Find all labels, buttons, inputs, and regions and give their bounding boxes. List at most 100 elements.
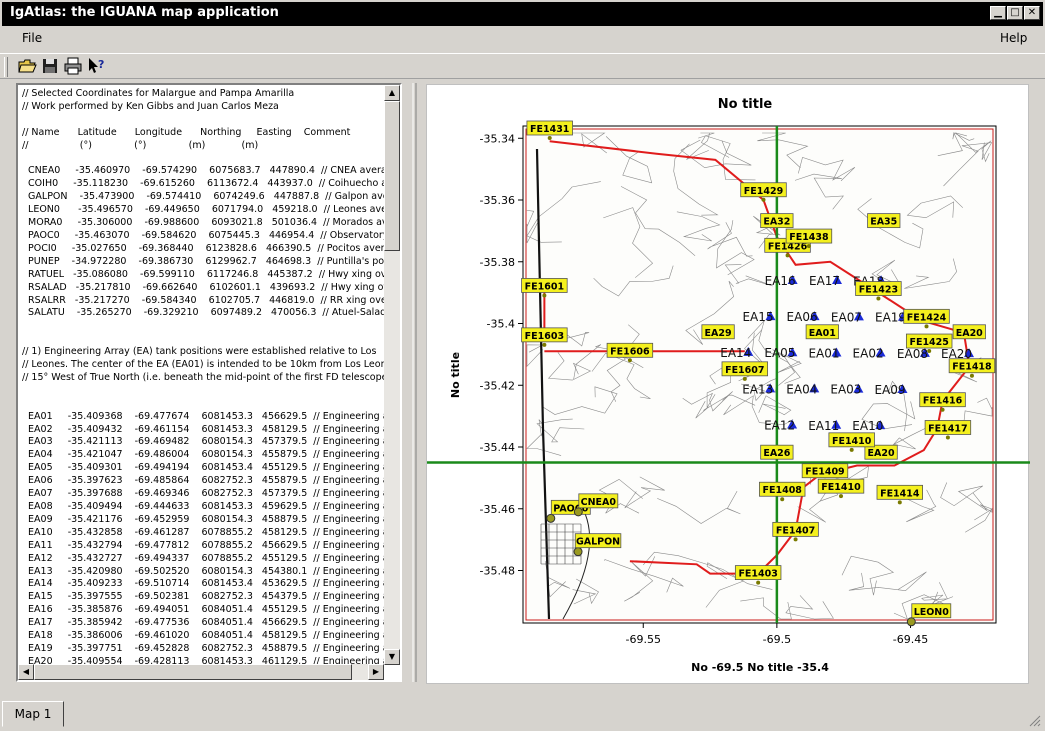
map-panel[interactable]: No title No title No -69.5 No title -35.… bbox=[426, 84, 1030, 685]
text-line: PUNEP -34.972280 -69.386730 6129962.7 46… bbox=[22, 255, 384, 267]
map-ylabel: No title bbox=[449, 352, 462, 398]
text-line: // (°) (°) (m) (m) bbox=[22, 139, 259, 151]
toolbar-grip[interactable] bbox=[4, 57, 8, 77]
station-marker bbox=[897, 500, 902, 505]
ea-tank-label: EA11 bbox=[808, 419, 839, 433]
site-label: GALPON bbox=[576, 537, 620, 548]
fd-station-label: FE1417 bbox=[928, 423, 967, 434]
text-line: EA06 -35.397623 -69.485864 6082752.3 455… bbox=[22, 475, 384, 487]
map-xlabel: No -69.5 No title -35.4 bbox=[691, 661, 829, 674]
coordinates-text-panel[interactable]: // Selected Coordinates for Malargue and… bbox=[16, 83, 402, 682]
save-disk-icon[interactable] bbox=[40, 56, 60, 76]
text-line bbox=[22, 333, 382, 346]
context-help-icon[interactable]: ? bbox=[86, 56, 106, 76]
text-line: // 1) Engineering Array (EA) tank positi… bbox=[22, 346, 377, 358]
site-label: CNEA0 bbox=[581, 497, 617, 508]
ea-highlight-label: EA35 bbox=[870, 217, 897, 228]
fd-station-label: FE1409 bbox=[805, 467, 844, 478]
y-tick-label: -35.34 bbox=[480, 132, 515, 145]
ea-tank-label: EA14 bbox=[720, 346, 751, 360]
resize-grip-icon[interactable] bbox=[1027, 713, 1041, 727]
window-titlebar[interactable]: IgAtlas: the IGUANA map application ▁ □ … bbox=[0, 0, 1045, 26]
station-marker bbox=[542, 342, 547, 347]
scroll-left-arrow-icon[interactable]: ◀ bbox=[18, 664, 34, 680]
scroll-down-arrow-icon[interactable]: ▼ bbox=[384, 649, 400, 665]
print-icon[interactable] bbox=[63, 56, 83, 76]
fd-station-label: FE1438 bbox=[789, 232, 829, 243]
station-marker bbox=[761, 197, 766, 202]
fd-station-label: FE1601 bbox=[525, 281, 564, 292]
ea-highlight-label: EA20 bbox=[868, 448, 895, 459]
maximize-button[interactable]: □ bbox=[1007, 6, 1023, 20]
text-line: POCI0 -35.027650 -69.368440 6123828.6 46… bbox=[22, 242, 384, 254]
text-line: RATUEL -35.086080 -69.599110 6117246.8 4… bbox=[22, 268, 384, 280]
station-marker bbox=[806, 244, 811, 249]
scroll-right-arrow-icon[interactable]: ▶ bbox=[368, 664, 384, 680]
text-line: EA12 -35.432727 -69.494337 6078855.2 455… bbox=[22, 552, 384, 564]
ea-tank-label: EA12 bbox=[764, 418, 795, 432]
text-line: GALPON -35.473900 -69.574410 6074249.6 4… bbox=[22, 191, 384, 203]
text-line: LEON0 -35.496570 -69.449650 6071794.0 45… bbox=[22, 204, 384, 216]
vertical-scroll-thumb[interactable] bbox=[384, 101, 400, 251]
text-line: EA09 -35.421176 -69.452959 6080154.3 458… bbox=[22, 513, 384, 525]
text-line: EA04 -35.421047 -69.486004 6080154.3 455… bbox=[22, 449, 384, 461]
text-line: // Work performed by Ken Gibbs and Juan … bbox=[22, 100, 279, 112]
text-line: // 15° West of True North (i.e. beneath … bbox=[22, 371, 384, 383]
text-line: EA18 -35.386006 -69.461020 6084051.4 458… bbox=[22, 630, 384, 642]
station-marker bbox=[742, 376, 747, 381]
vertical-scrollbar[interactable]: ▲ ▼ bbox=[384, 85, 400, 665]
text-line: RSALAD -35.217810 -69.662640 6102601.1 4… bbox=[22, 281, 384, 293]
text-line bbox=[22, 153, 382, 166]
fd-station-label: FE1431 bbox=[530, 124, 569, 135]
ea-tank-label: EA04 bbox=[786, 382, 817, 396]
fd-station-label: FE1423 bbox=[859, 285, 898, 296]
ea-highlight-label: EA32 bbox=[763, 217, 790, 228]
text-line: EA08 -35.409494 -69.444633 6081453.3 459… bbox=[22, 501, 384, 512]
x-tick-label: -69.5 bbox=[763, 633, 791, 646]
ea-highlight-label: EA01 bbox=[809, 328, 836, 339]
ea-tank-label: EA08 bbox=[897, 347, 928, 361]
fd-station-label: FE1416 bbox=[923, 396, 963, 407]
ea-tank-label: EA17 bbox=[809, 274, 840, 288]
menu-bar: File Help bbox=[0, 26, 1045, 52]
coordinates-text[interactable]: // Selected Coordinates for Malargue and… bbox=[18, 85, 384, 665]
ea-highlight-label: EA29 bbox=[705, 328, 732, 339]
text-line: EA01 -35.409368 -69.477674 6081453.3 456… bbox=[22, 410, 384, 422]
fd-station-label: FE1607 bbox=[725, 365, 764, 376]
text-line: EA14 -35.409233 -69.510714 6081453.4 453… bbox=[22, 578, 384, 590]
map-canvas[interactable]: No title No title No -69.5 No title -35.… bbox=[427, 85, 1030, 685]
menu-help[interactable]: Help bbox=[1000, 31, 1027, 45]
station-marker bbox=[547, 136, 552, 140]
close-button[interactable]: ✕ bbox=[1024, 6, 1040, 20]
fd-station-label: FE1407 bbox=[776, 525, 815, 536]
ea-tank-label: EA05 bbox=[764, 346, 795, 360]
fd-station-label: FE1603 bbox=[525, 331, 564, 342]
text-line: EA02 -35.409432 -69.461154 6081453.3 458… bbox=[22, 423, 384, 435]
text-line: EA03 -35.421113 -69.469482 6080154.3 457… bbox=[22, 436, 384, 448]
map-title: No title bbox=[718, 97, 773, 112]
ea-tank-label: EA10 bbox=[852, 419, 883, 433]
text-line: // Leones. The center of the EA (EA01) i… bbox=[22, 359, 384, 371]
text-line: RSALRR -35.217270 -69.584340 6102705.7 4… bbox=[22, 294, 384, 306]
text-line bbox=[22, 114, 382, 127]
station-marker bbox=[542, 293, 547, 298]
station-marker bbox=[627, 358, 632, 363]
scroll-up-arrow-icon[interactable]: ▲ bbox=[384, 85, 400, 101]
fd-station-label: FE1606 bbox=[610, 346, 650, 357]
minimize-button[interactable]: ▁ bbox=[990, 6, 1006, 20]
x-tick-label: -69.45 bbox=[893, 633, 928, 646]
text-line: EA15 -35.397555 -69.502381 6082752.3 454… bbox=[22, 591, 384, 603]
horizontal-scroll-thumb[interactable] bbox=[34, 664, 352, 680]
text-line: // Selected Coordinates for Malargue and… bbox=[22, 88, 295, 99]
text-line: EA07 -35.397688 -69.469346 6082752.3 457… bbox=[22, 488, 384, 500]
text-line: CNEA0 -35.460970 -69.574290 6075683.7 44… bbox=[22, 165, 384, 177]
horizontal-scrollbar[interactable]: ◀ ▶ bbox=[18, 664, 384, 680]
panel-splitter[interactable] bbox=[410, 83, 420, 682]
menu-file[interactable]: File bbox=[22, 31, 42, 45]
tab-map-1[interactable]: Map 1 bbox=[2, 701, 64, 727]
open-folder-icon[interactable] bbox=[17, 56, 37, 76]
ea-tank-label: EA07 bbox=[831, 310, 862, 324]
ea-tank-label: EA09 bbox=[874, 383, 905, 397]
station-marker bbox=[756, 580, 761, 585]
station-marker bbox=[849, 447, 854, 452]
